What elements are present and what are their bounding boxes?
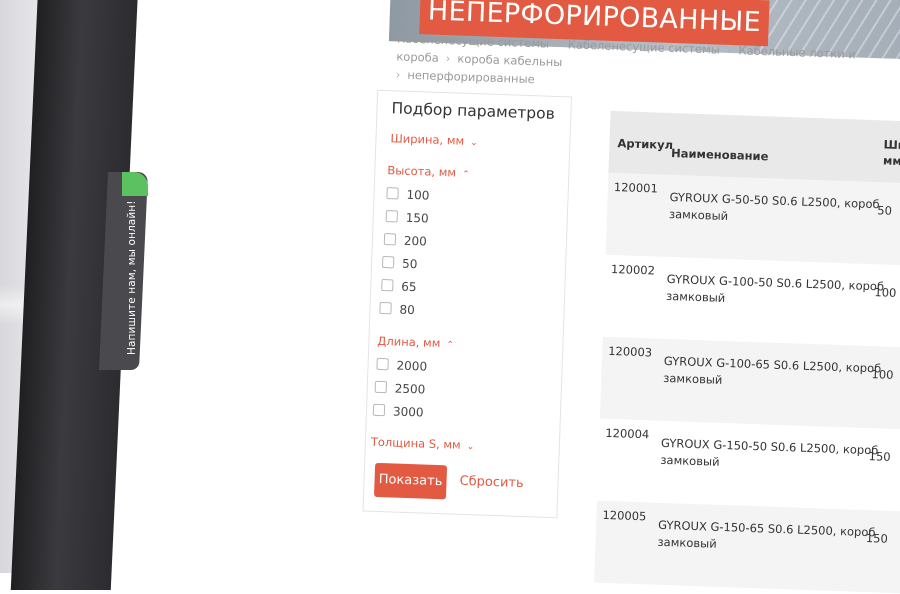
product-name-cont: замковый: [660, 452, 720, 469]
chevron-up-icon: ⌃: [446, 340, 455, 351]
table-row[interactable]: 120003 GYROUX G-100-65 S0.6 L2500, короб…: [599, 336, 900, 431]
chevron-down-icon: ⌄: [469, 137, 478, 149]
cell-width: 100: [874, 285, 897, 300]
column-width-label: Шир: [883, 137, 900, 153]
cell-sku: 120001: [613, 180, 659, 196]
chat-label[interactable]: Напишите нам, мы онлайн!: [126, 175, 138, 355]
breadcrumb-separator-icon: ›: [726, 42, 732, 58]
table-row[interactable]: 120005 GYROUX G-150-65 S0.6 L2500, короб…: [594, 500, 900, 594]
option-label: 100: [406, 187, 430, 203]
filter-title: Подбор параметров: [391, 99, 556, 123]
product-name-cont: замковый: [665, 288, 726, 305]
chevron-up-icon: ⌃: [461, 169, 470, 180]
filter-group-label: Толщина S, мм: [370, 434, 461, 452]
checkbox-option[interactable]: 80: [379, 301, 416, 318]
checkbox-option[interactable]: 65: [381, 278, 417, 295]
filter-group-height[interactable]: Высота, мм ⌃: [387, 163, 470, 180]
show-button[interactable]: Показать: [373, 462, 448, 500]
product-name-cont: замковый: [663, 370, 723, 387]
cell-width: 150: [868, 449, 891, 464]
cell-name[interactable]: GYROUX G-150-65 S0.6 L2500, короб замковы…: [657, 517, 876, 559]
table-row[interactable]: 120002 GYROUX G-100-50 S0.6 L2500, короб…: [603, 255, 900, 349]
checkbox-icon[interactable]: [381, 278, 394, 292]
filter-group-label: Высота, мм: [387, 163, 457, 180]
column-sku[interactable]: Артикул: [617, 135, 673, 153]
option-label: 80: [399, 302, 416, 318]
table-row[interactable]: 120001 GYROUX G-50-50 S0.6 L2500, короб з…: [605, 172, 900, 267]
column-width[interactable]: Шир мм: [883, 136, 900, 169]
option-label: 65: [401, 279, 417, 295]
checkbox-icon[interactable]: [379, 301, 392, 315]
checkbox-icon[interactable]: [383, 233, 397, 246]
option-label: 200: [403, 233, 428, 249]
option-label: 50: [401, 256, 418, 272]
breadcrumb-separator-icon: ›: [555, 36, 561, 52]
checkbox-option[interactable]: 3000: [372, 403, 424, 420]
checkbox-option[interactable]: 200: [383, 233, 428, 249]
product-name-cont: замковый: [657, 534, 717, 551]
filter-panel: Подбор параметров Ширина, мм ⌄ Высота, мм…: [362, 89, 573, 519]
option-label: 2000: [396, 358, 428, 374]
cell-name[interactable]: GYROUX G-150-50 S0.6 L2500, короб замковы…: [660, 435, 879, 477]
checkbox-icon[interactable]: [374, 380, 388, 394]
checkbox-option[interactable]: 100: [386, 187, 430, 203]
cell-sku: 120002: [610, 261, 656, 278]
filter-group-thickness[interactable]: Толщина S, мм ⌄: [371, 435, 475, 453]
column-width-unit: мм: [882, 153, 900, 169]
product-name-cont: замковый: [668, 206, 729, 224]
breadcrumb-item[interactable]: Кабеленесущие системы: [567, 37, 720, 56]
cell-width: 100: [871, 367, 894, 382]
checkbox-option[interactable]: 50: [381, 255, 418, 272]
cell-width: 50: [877, 203, 893, 218]
breadcrumb-separator-icon: ›: [445, 51, 451, 66]
checkbox-icon[interactable]: [372, 403, 386, 417]
option-label: 2500: [394, 381, 426, 397]
checkbox-option[interactable]: 2500: [374, 380, 426, 397]
filter-group-width[interactable]: Ширина, мм ⌄: [390, 131, 478, 148]
checkbox-icon[interactable]: [381, 255, 395, 269]
option-label: 150: [405, 210, 429, 226]
cell-width: 150: [865, 531, 889, 546]
reset-button[interactable]: Сбросить: [459, 474, 524, 491]
table-row[interactable]: 120004 GYROUX G-150-50 S0.6 L2500, короб…: [597, 419, 900, 513]
cell-name[interactable]: GYROUX G-50-50 S0.6 L2500, короб замковый: [669, 189, 880, 230]
checkbox-option[interactable]: 2000: [376, 357, 428, 374]
cell-sku: 120005: [602, 507, 647, 524]
filter-group-label: Длина, мм: [377, 333, 441, 351]
filter-group-label: Ширина, мм: [390, 131, 465, 148]
cell-sku: 120004: [605, 425, 650, 442]
checkbox-icon[interactable]: [385, 210, 398, 223]
cell-name[interactable]: GYROUX G-100-50 S0.6 L2500, короб замковы…: [666, 271, 885, 313]
checkbox-icon[interactable]: [376, 357, 389, 371]
checkbox-icon[interactable]: [386, 187, 399, 200]
cell-name[interactable]: GYROUX G-100-65 S0.6 L2500, короб замковы…: [663, 353, 882, 395]
breadcrumb-item[interactable]: Кабеленесущие системы: [397, 31, 550, 50]
filter-group-length[interactable]: Длина, мм ⌃: [377, 334, 454, 351]
breadcrumb-current: неперфорированные: [407, 67, 535, 87]
cell-sku: 120003: [607, 343, 653, 360]
option-label: 3000: [392, 404, 424, 420]
breadcrumb-separator-icon: ›: [395, 67, 401, 82]
chevron-down-icon: ⌄: [466, 442, 475, 453]
column-name[interactable]: Наименование: [671, 145, 769, 164]
checkbox-option[interactable]: 150: [385, 210, 429, 226]
breadcrumb-item[interactable]: короба кабельны: [457, 51, 562, 69]
products-table: Артикул Наименование Шир мм 120001 GYROU…: [594, 110, 900, 594]
